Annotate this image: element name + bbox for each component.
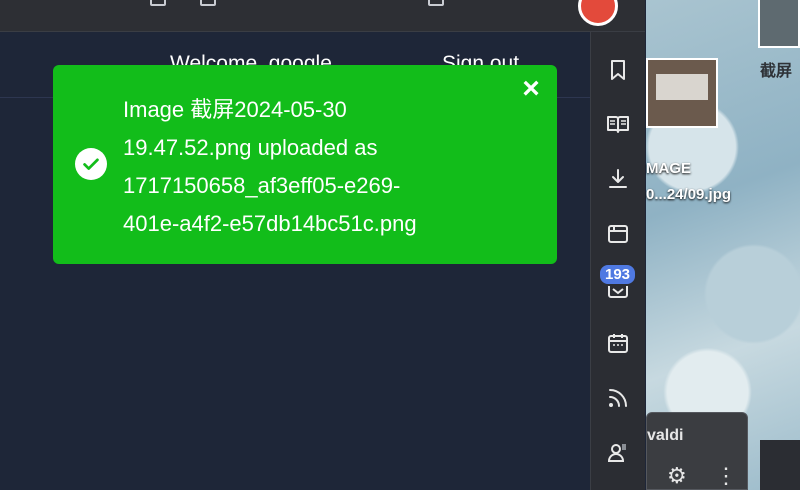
gear-icon[interactable]: ⚙ — [667, 463, 687, 489]
close-icon[interactable]: × — [519, 74, 543, 104]
toolbar-icon[interactable] — [150, 0, 166, 6]
vivaldi-dock-popup: valdi ⚙ ⋮ — [646, 412, 748, 490]
dock-edge — [760, 440, 800, 490]
toast-message-line: Image 截屏2024-05-30 — [123, 97, 347, 122]
toast-message-line: 1717150658_af3eff05-e269- — [123, 173, 401, 198]
desktop-file-label[interactable]: MAGE — [646, 160, 691, 177]
desktop-file-thumbnail[interactable] — [646, 58, 718, 128]
avatar[interactable] — [578, 0, 618, 26]
desktop-file-thumbnail[interactable] — [758, 0, 800, 48]
toast-message: Image 截屏2024-05-30 19.47.52.png uploaded… — [123, 91, 503, 243]
calendar-icon[interactable] — [604, 329, 632, 357]
more-icon[interactable]: ⋮ — [715, 463, 737, 489]
toolbar-icon[interactable] — [200, 0, 216, 6]
side-panel-bar: 193 — [590, 32, 645, 490]
bookmark-icon[interactable] — [604, 56, 632, 84]
download-icon[interactable] — [604, 165, 632, 193]
contacts-icon[interactable] — [604, 438, 632, 466]
toast-message-line: 401e-a4f2-e57db14bc51c.png — [123, 211, 417, 236]
desktop-file-label[interactable]: 截屏 — [760, 57, 792, 81]
upload-success-toast: Image 截屏2024-05-30 19.47.52.png uploaded… — [53, 65, 557, 264]
desktop-file-label[interactable]: 0...24/09.jpg — [646, 186, 731, 203]
mail-count-badge: 193 — [598, 263, 638, 286]
feed-icon[interactable] — [604, 384, 632, 412]
toolbar-icon[interactable] — [428, 0, 444, 6]
dock-app-title: valdi — [647, 427, 684, 444]
window-icon[interactable] — [604, 220, 632, 248]
browser-toolbar — [0, 0, 645, 32]
reading-list-icon[interactable] — [604, 110, 632, 138]
check-circle-icon — [75, 148, 107, 180]
thumbnail-content — [656, 74, 708, 100]
toast-message-line: 19.47.52.png uploaded as — [123, 135, 378, 160]
